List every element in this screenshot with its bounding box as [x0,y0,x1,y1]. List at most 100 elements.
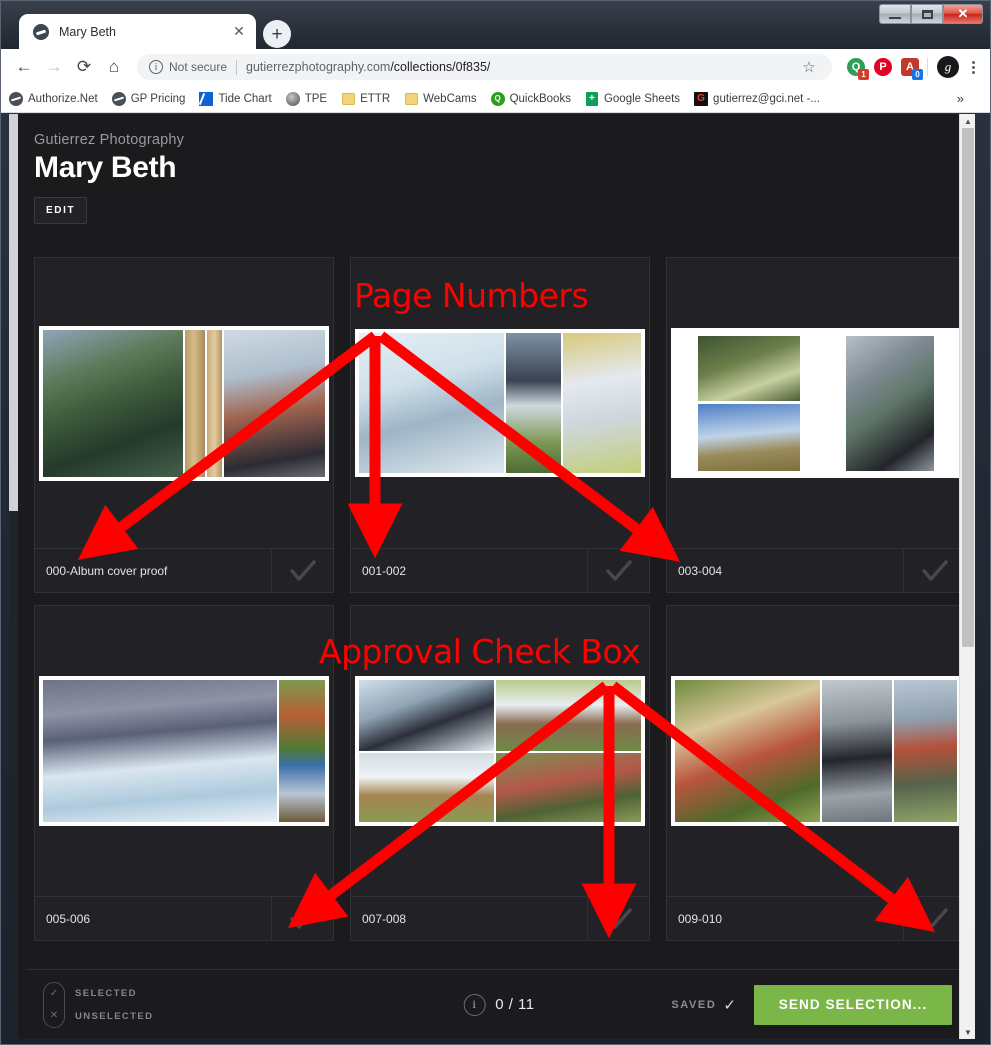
hubspot-extension-icon[interactable]: Q 1 [845,56,869,80]
extension-glyph: P [874,58,892,76]
page-title: Mary Beth [34,151,177,184]
gallery-page: Gutierrez Photography Mary Beth EDIT 000… [18,114,968,1039]
check-icon [289,559,316,581]
edit-button[interactable]: EDIT [34,197,88,224]
check-icon [605,559,632,581]
new-tab-button[interactable]: + [263,20,291,48]
page-viewport: Gutierrez Photography Mary Beth EDIT 000… [9,114,975,1039]
card-footer: 009-010 [667,896,965,940]
kebab-menu-icon[interactable] [962,54,984,80]
bookmark-tide-chart[interactable]: Tide Chart [199,91,272,106]
address-bar[interactable]: i Not secure gutierrezphotography.com/co… [137,54,832,80]
bookmark-google-sheets[interactable]: + Google Sheets [585,91,680,106]
bookmarks-overflow-icon[interactable]: » [957,91,984,106]
legend-unselected-label: UNSELECTED [75,1010,154,1022]
approval-checkbox[interactable] [587,897,649,940]
bookmark-quickbooks[interactable]: Q QuickBooks [490,91,571,106]
cross-icon: ✕ [49,1010,59,1021]
scroll-up-icon[interactable]: ▲ [960,114,975,128]
approval-checkbox[interactable] [903,549,965,592]
bookmark-tpe[interactable]: TPE [285,91,328,106]
annotation-label-page-numbers: Page Numbers [354,276,589,315]
globe-icon [33,23,49,40]
spread-card[interactable]: 009-010 [666,605,966,941]
avatar[interactable]: g [937,56,959,78]
spread-label: 005-006 [46,911,91,926]
tab-title: Mary Beth [59,24,116,39]
page-scrollbar[interactable]: ▲ ▼ [959,114,975,1039]
globe-icon [9,91,23,106]
forward-icon[interactable]: → [39,52,69,82]
tab-mary-beth[interactable]: Mary Beth ✕ [19,14,256,49]
tab-strip: Mary Beth ✕ + [1,14,990,49]
approval-checkbox[interactable] [903,897,965,940]
info-icon[interactable]: i [463,993,486,1016]
legend-selected-label: SELECTED [75,987,137,999]
quickbooks-icon: Q [490,91,505,106]
album-spread-image [355,329,645,477]
selection-action-bar: ✓ ✕ SELECTED UNSELECTED i 0 / 11 SAVED ✓ [27,969,968,1039]
bookmark-label: Tide Chart [218,92,272,105]
card-footer: 007-008 [351,896,649,940]
security-status: Not secure [169,60,228,74]
divider [927,58,928,76]
spread-label: 000-Album cover proof [46,563,168,578]
bookmarks-bar: Authorize.Net GP Pricing Tide Chart TPE … [1,85,990,113]
spread-label: 001-002 [362,563,407,578]
thumbnail-area[interactable] [35,606,333,896]
saved-status: SAVED ✓ [671,996,736,1014]
pinterest-extension-icon[interactable]: P [872,56,894,78]
scroll-down-icon[interactable]: ▼ [960,1025,975,1039]
back-icon[interactable]: ← [9,52,39,82]
approval-checkbox[interactable] [271,549,333,592]
legend-pill: ✓ ✕ [43,981,65,1028]
studio-name: Gutierrez Photography [34,132,185,148]
thumbnail-area[interactable] [35,258,333,548]
thumbnail-area[interactable] [667,258,965,548]
scrollbar-thumb[interactable] [962,128,974,647]
bookmark-webcams[interactable]: WebCams [404,92,477,106]
tpe-icon [285,91,300,106]
adblock-extension-icon[interactable]: A 0 [899,56,923,80]
page-header: Gutierrez Photography Mary Beth EDIT [18,114,959,224]
bookmark-label: QuickBooks [509,92,571,105]
album-spread-image [671,328,961,478]
spread-card[interactable]: 005-006 [34,605,334,941]
extension-badge: 0 [912,69,923,80]
bookmark-star-icon[interactable]: ☆ [798,56,820,78]
home-icon[interactable]: ⌂ [99,52,129,82]
approval-checkbox[interactable] [587,549,649,592]
bookmark-label: ETTR [360,92,391,105]
approval-checkbox[interactable] [271,897,333,940]
gci-icon: G [694,91,709,106]
bookmark-ettr[interactable]: ETTR [341,92,390,106]
card-footer: 000-Album cover proof [35,548,333,592]
info-icon[interactable]: i [149,60,163,74]
annotation-label-approval-check-box: Approval Check Box [319,632,641,671]
bookmark-label: GP Pricing [130,92,186,105]
send-selection-button[interactable]: SEND SELECTION... [754,984,952,1025]
url-path: /collections/0f835/ [390,60,491,74]
window-left-edge [9,114,18,1039]
check-icon: ✓ [723,996,736,1014]
thumbnail-area[interactable] [667,606,965,896]
spread-card[interactable]: 003-004 [666,257,966,593]
album-spread-image [39,676,329,826]
url-host: gutierrezphotography.com [246,60,391,74]
spread-card[interactable]: 000-Album cover proof [34,257,334,593]
legend-labels: SELECTED UNSELECTED [75,982,153,1028]
close-icon[interactable]: ✕ [230,23,248,41]
bookmark-label: gutierrez@gci.net -... [713,92,820,105]
reload-icon[interactable]: ⟳ [69,52,99,82]
bookmark-gci-mail[interactable]: G gutierrez@gci.net -... [694,91,820,106]
check-icon [605,907,632,929]
url-text: gutierrezphotography.com/collections/0f8… [246,60,490,74]
check-icon: ✓ [49,988,59,999]
sheets-icon: + [585,91,599,106]
bookmark-authorize-net[interactable]: Authorize.Net [9,91,98,106]
count-text: 0 / 11 [495,996,535,1013]
bookmark-gp-pricing[interactable]: GP Pricing [111,91,186,106]
selection-count: i 0 / 11 [463,993,535,1016]
browser-toolbar: ← → ⟳ ⌂ i Not secure gutierrezphotograph… [1,49,990,85]
bookmark-label: TPE [304,92,328,105]
